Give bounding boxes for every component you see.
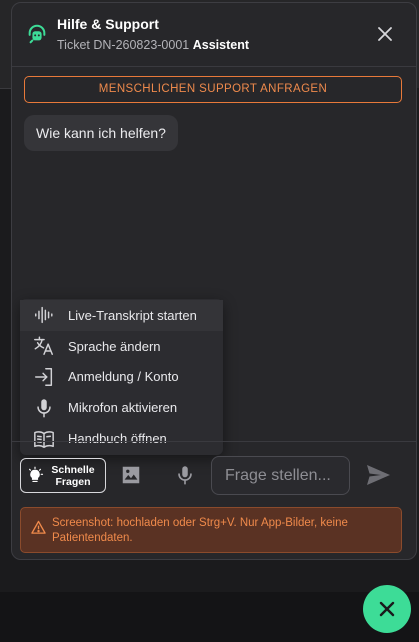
menu-item-label: Handbuch öffnen	[68, 431, 167, 447]
book-icon	[34, 430, 54, 448]
close-icon	[379, 601, 395, 617]
sign-in-icon	[35, 368, 53, 386]
microphone-icon	[37, 399, 51, 418]
assistant-message-bubble: Wie kann ich helfen?	[24, 115, 178, 151]
quick-questions-label: Schnelle Fragen	[45, 464, 101, 488]
warning-text: Screenshot: hochladen oder Strg+V. Nur A…	[52, 517, 348, 544]
screenshot-warning: Screenshot: hochladen oder Strg+V. Nur A…	[20, 507, 402, 553]
page-backdrop-bottom	[0, 592, 419, 642]
ticket-line: Ticket DN-260823-0001 Assistent	[57, 38, 249, 52]
menu-item-label: Mikrofon aktivieren	[68, 400, 178, 416]
quick-questions-button[interactable]: Schnelle Fragen	[20, 458, 106, 493]
menu-item-language[interactable]: Sprache ändern	[20, 331, 223, 362]
warning-triangle-icon	[31, 520, 46, 534]
headset-bot-icon	[28, 24, 46, 44]
request-human-support-button[interactable]: MENSCHLICHEN SUPPORT ANFRAGEN	[24, 76, 402, 103]
menu-item-manual[interactable]: Handbuch öffnen	[20, 423, 223, 454]
menu-item-live-transcript[interactable]: Live-Transkript starten	[20, 300, 223, 331]
send-icon[interactable]	[365, 463, 391, 487]
image-icon[interactable]	[120, 464, 142, 486]
close-chat-fab[interactable]	[363, 585, 411, 633]
menu-item-login-account[interactable]: Anmeldung / Konto	[20, 362, 223, 393]
menu-item-label: Live-Transkript starten	[68, 307, 197, 323]
microphone-icon[interactable]	[174, 464, 196, 486]
translate-icon	[34, 336, 53, 356]
ticket-id: Ticket DN-260823-0001	[57, 38, 190, 52]
composer-divider	[12, 441, 416, 442]
chat-header: Hilfe & Support Ticket DN-260823-0001 As…	[12, 3, 416, 67]
quick-label-line2: Fragen	[55, 475, 91, 488]
menu-item-label: Sprache ändern	[68, 338, 161, 354]
quick-questions-menu: Live-Transkript starten Sprache ändern A…	[20, 299, 223, 455]
audio-waveform-icon	[35, 307, 53, 324]
close-icon[interactable]	[376, 25, 394, 43]
mode-label: Assistent	[192, 38, 250, 52]
quick-label-line1: Schnelle	[51, 463, 95, 476]
menu-item-label: Anmeldung / Konto	[68, 369, 179, 385]
question-input[interactable]	[211, 456, 350, 495]
menu-item-microphone[interactable]: Mikrofon aktivieren	[20, 392, 223, 423]
chat-title: Hilfe & Support	[57, 16, 159, 32]
lightbulb-icon	[29, 466, 44, 482]
support-chat-panel: Hilfe & Support Ticket DN-260823-0001 As…	[11, 2, 417, 560]
